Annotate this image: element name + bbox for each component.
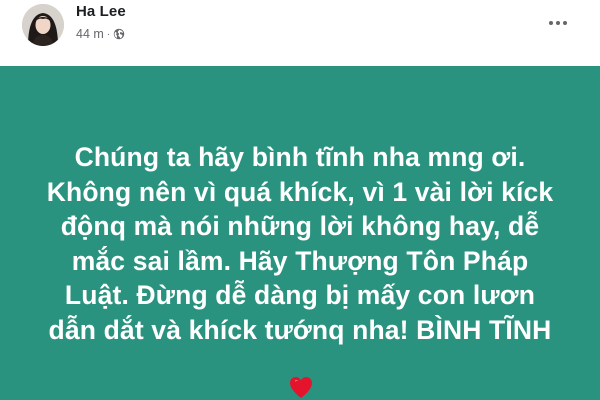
author-avatar[interactable] (22, 4, 64, 46)
post-meta: 44 m · (76, 26, 125, 42)
globe-icon[interactable] (113, 28, 125, 40)
post-text-line: dẫn dắt và khíck tướnq nha! BÌNH TĨNH (48, 314, 552, 345)
post-background: Chúng ta hãy bình tĩnh nha mng ơi. Không… (0, 66, 600, 400)
post-text-line: Luật. Đừng dễ dàng bị mấy con lươn (64, 280, 536, 310)
post-text-line: Không nên vì quá khíck, vì 1 vài lời kíc… (46, 176, 554, 207)
author-name[interactable]: Ha Lee (76, 3, 126, 20)
avatar-photo (22, 4, 64, 46)
post-header: Ha Lee 44 m · (0, 0, 600, 66)
post-text-line: mắc sai lầm. Hãy Thượng Tôn Pháp (71, 245, 529, 276)
post-text-line: độnq mà nói những lời không hay, dễ (60, 211, 540, 241)
post-text-line: Chúng ta hãy bình tĩnh nha mng ơi. (74, 142, 526, 172)
post-text: Chúng ta hãy bình tĩnh nha mng ơi. Không… (40, 140, 560, 347)
more-options-icon-dot (556, 21, 560, 25)
more-options-button[interactable] (541, 6, 575, 40)
more-options-icon (549, 21, 553, 25)
heart-icon (290, 377, 312, 398)
meta-separator: · (106, 28, 111, 40)
more-options-icon-dot (563, 21, 567, 25)
post-timestamp[interactable]: 44 m (76, 27, 104, 41)
